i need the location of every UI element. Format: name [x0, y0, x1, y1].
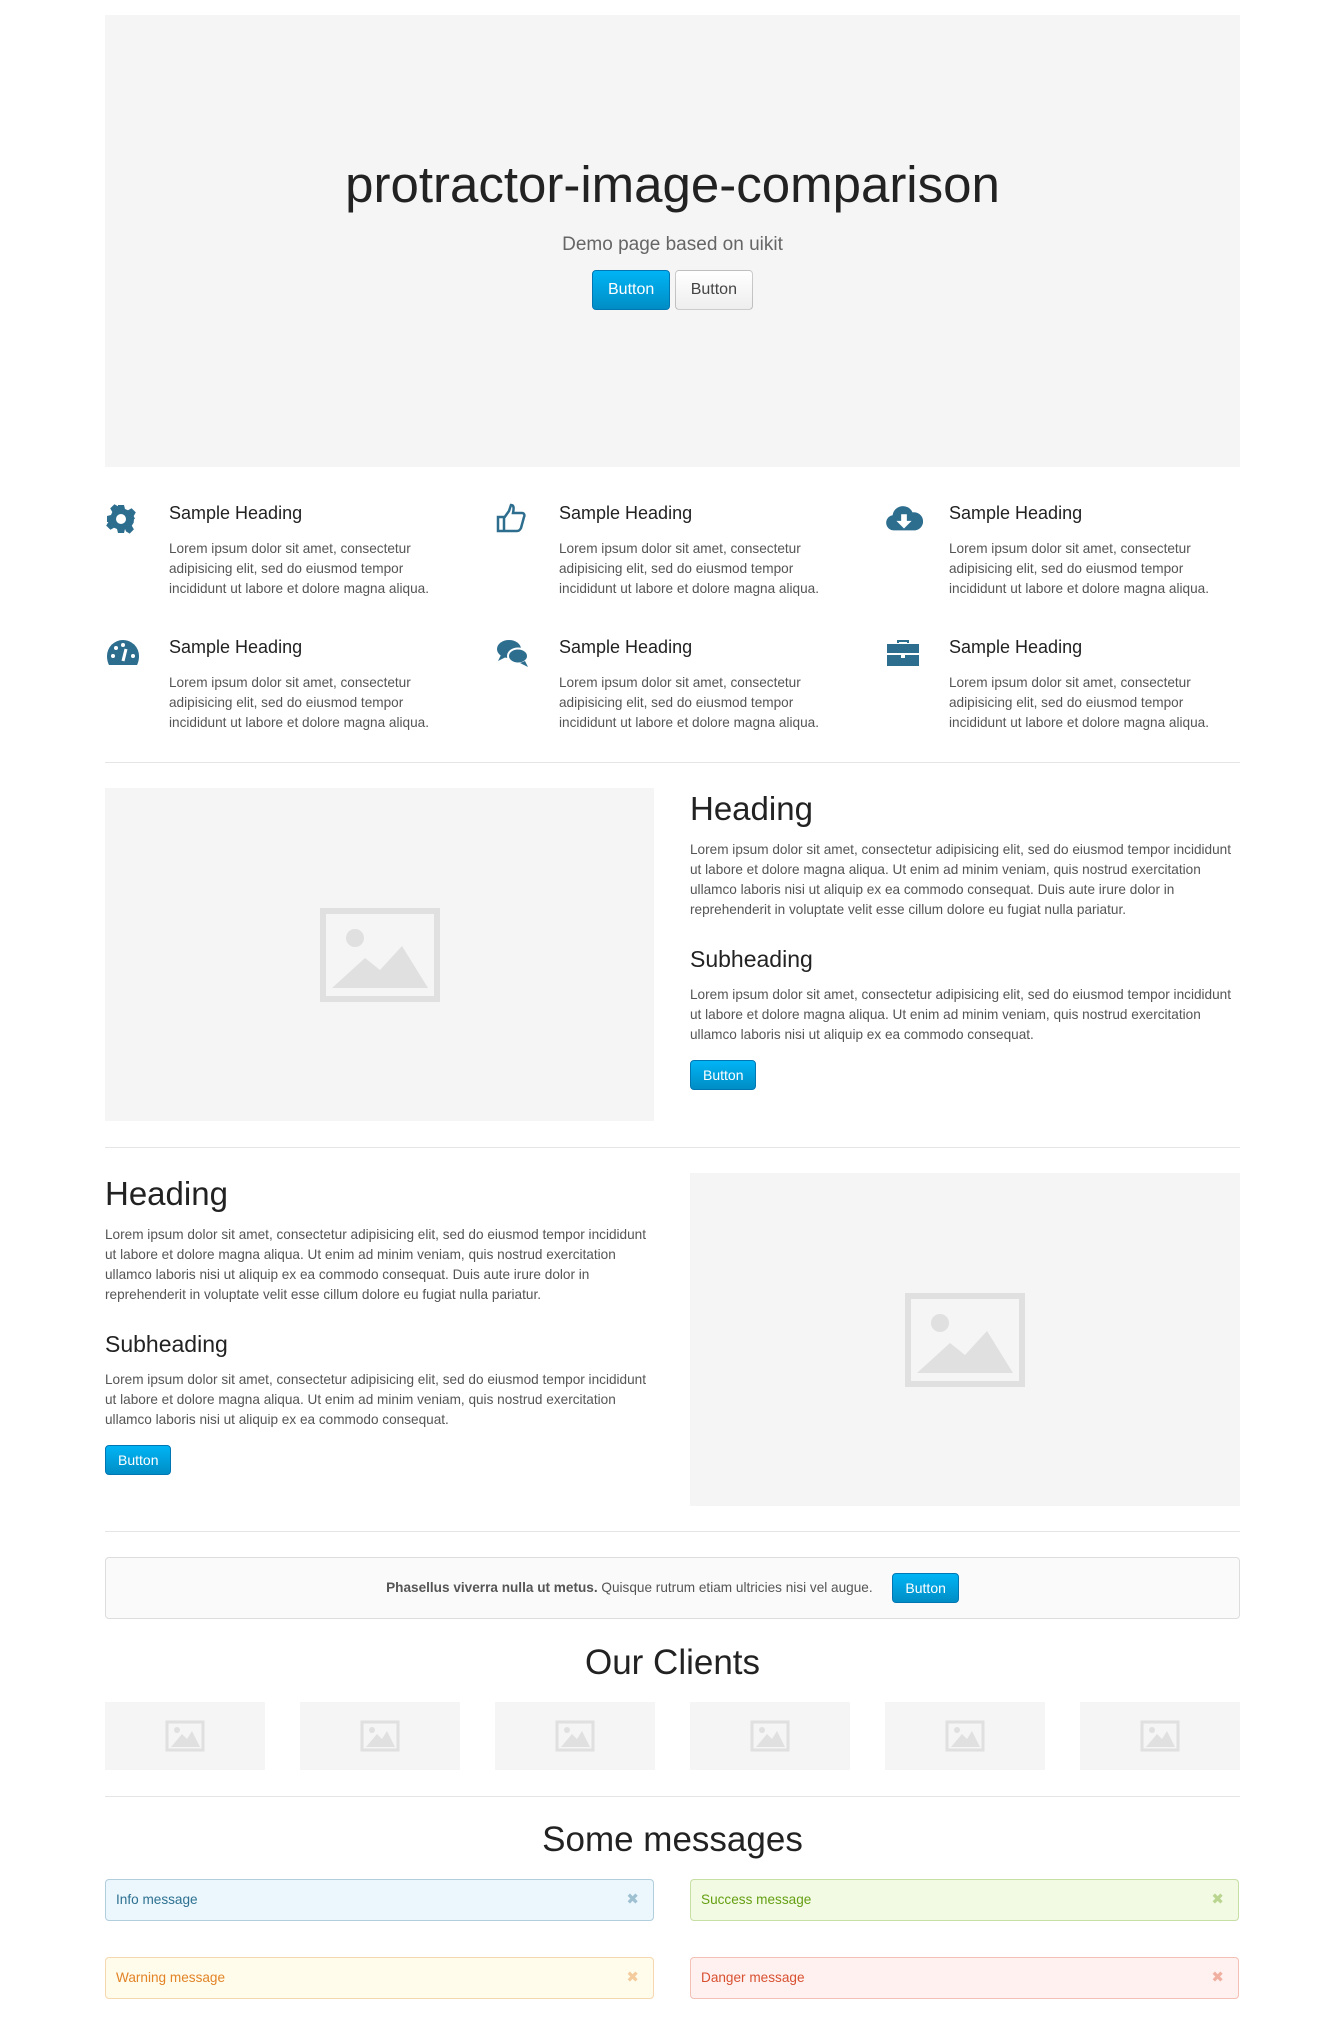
dashboard-icon [105, 637, 139, 671]
divider [105, 1796, 1240, 1797]
feature-text: Lorem ipsum dolor sit amet, consectetur … [949, 675, 1209, 730]
callout-panel: Phasellus viverra nulla ut metus. Quisqu… [105, 1557, 1240, 1619]
image-icon [165, 1720, 205, 1752]
image-placeholder [690, 1173, 1240, 1506]
divider [105, 1531, 1240, 1532]
client-logo-placeholder [885, 1702, 1045, 1770]
section-text: Lorem ipsum dolor sit amet, consectetur … [690, 842, 1231, 917]
feature-text: Lorem ipsum dolor sit amet, consectetur … [169, 675, 429, 730]
messages-title: Some messages [542, 1820, 803, 1859]
feature-text: Lorem ipsum dolor sit amet, consectetur … [559, 541, 819, 596]
gear-icon [105, 503, 139, 537]
features-grid: Sample Heading Lorem ipsum dolor sit amet… [105, 495, 1240, 745]
hero-subtitle: Demo page based on uikit [562, 234, 783, 255]
section-button[interactable]: Button [105, 1445, 172, 1475]
image-icon [1140, 1720, 1180, 1752]
hero-default-button[interactable]: Button [674, 270, 753, 310]
close-icon[interactable]: ✖ [1211, 1880, 1224, 1920]
image-icon [319, 907, 440, 1002]
alert-message: Danger message ✖ [690, 1957, 1239, 1999]
client-logo-placeholder [690, 1702, 850, 1770]
feature-heading: Sample Heading [949, 503, 1083, 523]
close-icon[interactable]: ✖ [626, 1880, 639, 1920]
feature-text: Lorem ipsum dolor sit amet, consectetur … [169, 541, 429, 596]
briefcase-icon [885, 637, 919, 671]
client-logo-placeholder [300, 1702, 460, 1770]
alert-message: Warning message ✖ [105, 1957, 654, 1999]
image-placeholder [105, 788, 654, 1121]
hero-primary-button[interactable]: Button [592, 270, 671, 310]
section-text: Lorem ipsum dolor sit amet, consectetur … [105, 1227, 646, 1302]
feature-text: Lorem ipsum dolor sit amet, consectetur … [949, 541, 1209, 596]
section-button[interactable]: Button [690, 1060, 757, 1090]
content-section-1: Heading Lorem ipsum dolor sit amet, cons… [690, 788, 1240, 1090]
section-subheading: Subheading [690, 946, 813, 972]
divider [105, 1147, 1240, 1148]
image-icon [555, 1720, 595, 1752]
feature-heading: Sample Heading [169, 637, 303, 657]
close-icon[interactable]: ✖ [1211, 1958, 1224, 1998]
feature-heading: Sample Heading [559, 503, 693, 523]
section-heading: Heading [105, 1175, 228, 1212]
content-section-2: Heading Lorem ipsum dolor sit amet, cons… [105, 1173, 655, 1475]
section-subtext: Lorem ipsum dolor sit amet, consectetur … [690, 987, 1231, 1042]
client-logo-placeholder [495, 1702, 655, 1770]
feature-heading: Sample Heading [169, 503, 303, 523]
clients-title: Our Clients [584, 1643, 761, 1682]
section-subheading: Subheading [105, 1331, 228, 1357]
client-logo-placeholder [105, 1702, 265, 1770]
alert-message: Success message ✖ [690, 1879, 1239, 1921]
client-logo-placeholder [1080, 1702, 1240, 1770]
hero: protractor-image-comparison Demo page ba… [105, 15, 1240, 467]
alert-text: Warning message [116, 1970, 226, 1985]
feature-text: Lorem ipsum dolor sit amet, consectetur … [559, 675, 819, 730]
image-icon [905, 1292, 1025, 1387]
panel-button[interactable]: Button [892, 1573, 959, 1604]
feature-heading: Sample Heading [559, 637, 693, 657]
close-icon[interactable]: ✖ [626, 1958, 639, 1998]
alert-text: Success message [701, 1892, 812, 1907]
thumbs-up-icon [495, 503, 529, 537]
panel-bold-text: Phasellus viverra nulla ut metus. [386, 1580, 598, 1595]
cloud-download-icon [885, 503, 924, 537]
feature-heading: Sample Heading [949, 637, 1083, 657]
section-heading: Heading [690, 790, 813, 827]
comments-icon [495, 637, 529, 671]
divider [105, 762, 1240, 763]
image-icon [945, 1720, 985, 1752]
alert-text: Info message [116, 1892, 198, 1907]
alert-message: Info message ✖ [105, 1879, 654, 1921]
image-icon [750, 1720, 790, 1752]
hero-title: protractor-image-comparison [345, 156, 1000, 213]
panel-text: Quisque rutrum etiam ultricies nisi vel … [597, 1580, 873, 1595]
section-subtext: Lorem ipsum dolor sit amet, consectetur … [105, 1372, 646, 1427]
alert-text: Danger message [701, 1970, 805, 1985]
image-icon [360, 1720, 400, 1752]
